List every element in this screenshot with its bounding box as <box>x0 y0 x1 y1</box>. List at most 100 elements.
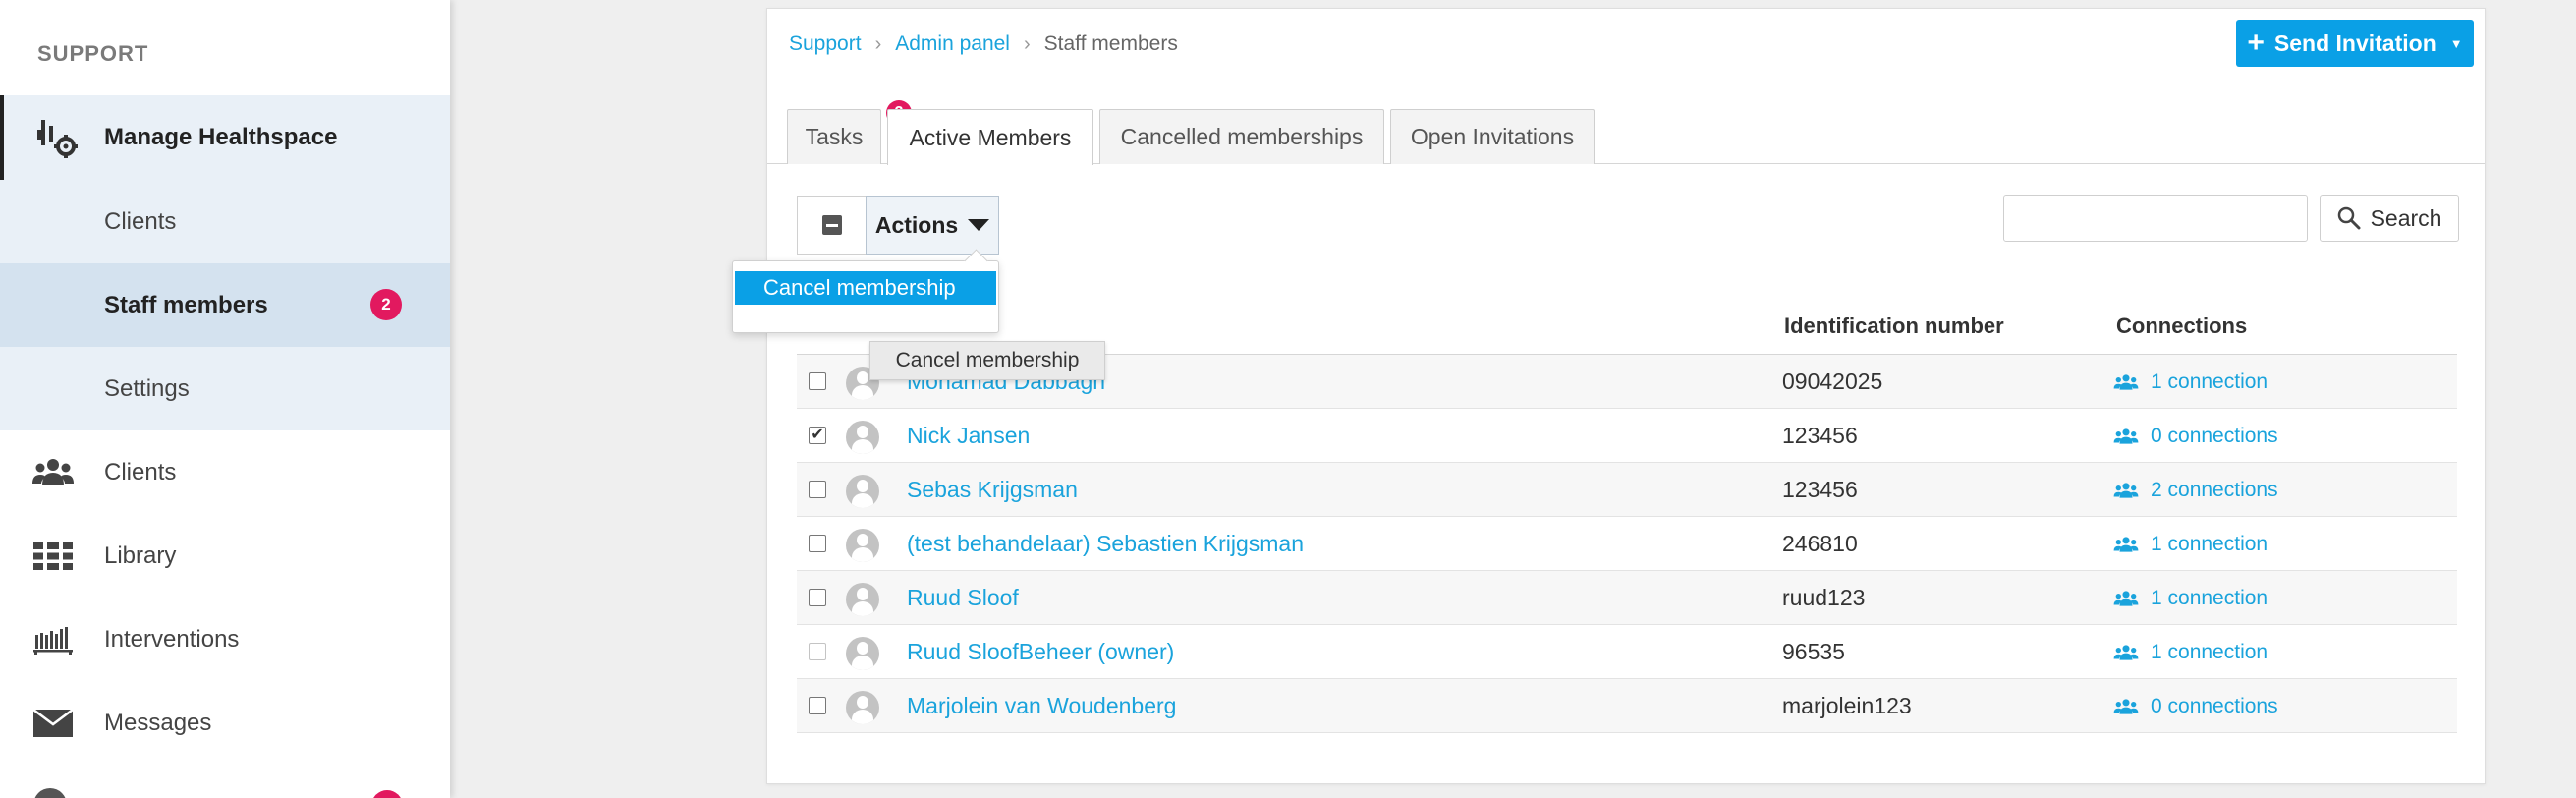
sidebar-item-label: Interventions <box>104 625 240 653</box>
send-invitation-label: Send Invitation <box>2273 29 2436 56</box>
row-checkbox[interactable] <box>809 589 826 606</box>
row-checkbox[interactable] <box>809 372 826 390</box>
menu-item-cancel-membership[interactable]: Cancel membership <box>735 271 996 305</box>
avatar <box>846 421 879 454</box>
column-header-identification: Identification number <box>1784 314 2004 338</box>
connections-link[interactable]: 0 connections <box>2113 425 2278 448</box>
connections-label: 0 connections <box>2151 425 2278 447</box>
breadcrumb-support[interactable]: Support <box>789 32 862 56</box>
envelope-icon <box>31 702 75 745</box>
avatar <box>846 691 879 724</box>
actions-dropdown-button[interactable]: Actions <box>866 196 999 255</box>
sidebar-item-messages[interactable]: Messages <box>0 681 450 765</box>
users-icon <box>31 451 75 494</box>
sidebar-subitem-settings[interactable]: Settings <box>0 347 450 430</box>
users-icon <box>2113 591 2139 606</box>
tab-active-members[interactable]: Active Members <box>887 109 1093 165</box>
sidebar-item-label: Clients <box>104 458 177 485</box>
identification-number: 09042025 <box>1782 369 1883 394</box>
sidebar-subitem-label: Clients <box>104 207 177 235</box>
sidebar-item-label: Messages <box>104 709 212 736</box>
users-icon <box>2113 483 2139 498</box>
row-checkbox <box>809 643 826 660</box>
tab-open-invitations[interactable]: Open Invitations <box>1390 109 1595 164</box>
bookshelf-icon <box>31 618 75 661</box>
member-name-link[interactable]: Marjolein van Woudenberg <box>907 693 1176 719</box>
sidebar-item-manage-healthspace[interactable]: Manage Healthspace <box>0 95 450 180</box>
member-name-link[interactable]: Ruud SloofBeheer (owner) <box>907 639 1174 665</box>
staff-members-badge: 2 <box>370 289 402 320</box>
minus-square-icon <box>821 215 842 235</box>
table-row: Ruud Sloof ruud123 1 connection <box>797 571 2457 625</box>
identification-number: 123456 <box>1782 477 1858 502</box>
users-icon <box>2113 428 2139 444</box>
select-all-checkbox[interactable] <box>797 196 866 255</box>
member-name-link[interactable]: (test behandelaar) Sebastien Krijgsman <box>907 531 1304 557</box>
search-icon <box>2337 206 2361 230</box>
users-icon <box>2113 645 2139 660</box>
sidebar-item-library[interactable]: Library <box>0 514 450 598</box>
connections-link[interactable]: 1 connection <box>2113 370 2268 394</box>
row-checkbox[interactable] <box>809 481 826 498</box>
identification-number: 246810 <box>1782 531 1858 556</box>
breadcrumb-current: Staff members <box>1043 32 1178 55</box>
sidebar-item-clients[interactable]: Clients <box>0 430 450 514</box>
tab-cancelled-memberships[interactable]: Cancelled memberships <box>1099 109 1384 164</box>
connections-link[interactable]: 2 connections <box>2113 479 2278 502</box>
connections-link[interactable]: 0 connections <box>2113 695 2278 718</box>
tab-label: Cancelled memberships <box>1120 124 1364 149</box>
tab-label: Tasks <box>805 124 864 149</box>
sidebar-subitem-staff-members[interactable]: Staff members 2 <box>0 263 450 347</box>
identification-number: 96535 <box>1782 639 1845 664</box>
partial-nav-icon <box>33 788 67 798</box>
connections-link[interactable]: 1 connection <box>2113 641 2268 664</box>
breadcrumb-admin-panel[interactable]: Admin panel <box>895 32 1010 56</box>
tooltip: Cancel membership <box>869 341 1105 380</box>
main-card: Support › Admin panel › Staff members + … <box>732 8 2486 784</box>
avatar <box>846 583 879 616</box>
connections-link[interactable]: 1 connection <box>2113 587 2268 610</box>
users-icon <box>2113 537 2139 552</box>
connections-label: 1 connection <box>2151 641 2268 663</box>
row-checkbox[interactable]: ✔ <box>809 427 826 444</box>
avatar <box>846 529 879 562</box>
chevron-right-icon: › <box>874 32 882 55</box>
identification-number: marjolein123 <box>1782 693 1912 718</box>
connections-label: 0 connections <box>2151 695 2278 717</box>
table-row: ✔ Nick Jansen 123456 0 connections <box>797 409 2457 463</box>
search-label: Search <box>2370 204 2442 231</box>
connections-label: 1 connection <box>2151 370 2268 393</box>
chevron-right-icon: › <box>1023 32 1031 55</box>
avatar <box>846 637 879 670</box>
member-name-link[interactable]: Ruud Sloof <box>907 585 1019 611</box>
breadcrumb: Support › Admin panel › Staff members <box>789 32 1178 56</box>
connections-link[interactable]: 1 connection <box>2113 533 2268 556</box>
column-header-connections: Connections <box>2116 314 2248 338</box>
member-name-link[interactable]: Nick Jansen <box>907 423 1030 449</box>
send-invitation-button[interactable]: + Send Invitation ▼ <box>2236 20 2474 67</box>
row-checkbox[interactable] <box>809 535 826 552</box>
sidebar-item-interventions[interactable]: Interventions <box>0 598 450 681</box>
member-name-link[interactable]: Sebas Krijgsman <box>907 477 1078 503</box>
table-row: Sebas Krijgsman 123456 2 connections <box>797 463 2457 517</box>
sidebar-heading: SUPPORT <box>37 41 149 66</box>
partial-nav-badge: 2 <box>371 790 403 798</box>
sidebar-item-label: Manage Healthspace <box>104 124 338 150</box>
search-input[interactable] <box>2003 195 2308 242</box>
table-row: Ruud SloofBeheer (owner) 96535 1 connectio… <box>797 625 2457 679</box>
sidebar-subitem-clients[interactable]: Clients <box>0 180 450 263</box>
connections-label: 1 connection <box>2151 587 2268 609</box>
caret-down-icon <box>968 219 990 231</box>
users-icon <box>2113 699 2139 714</box>
sidebar-subitem-label: Staff members <box>104 291 268 318</box>
connections-label: 1 connection <box>2151 533 2268 555</box>
healthspace-gear-icon <box>35 116 79 159</box>
row-checkbox[interactable] <box>809 697 826 714</box>
tab-label: Active Members <box>909 124 1072 150</box>
search-button[interactable]: Search <box>2320 195 2459 242</box>
table-row: (test behandelaar) Sebastien Krijgsman 24… <box>797 517 2457 571</box>
sidebar-subitem-label: Settings <box>104 374 190 402</box>
tab-label: Open Invitations <box>1410 124 1575 149</box>
tab-tasks[interactable]: Tasks 2 <box>787 100 912 164</box>
actions-label: Actions <box>874 211 959 238</box>
